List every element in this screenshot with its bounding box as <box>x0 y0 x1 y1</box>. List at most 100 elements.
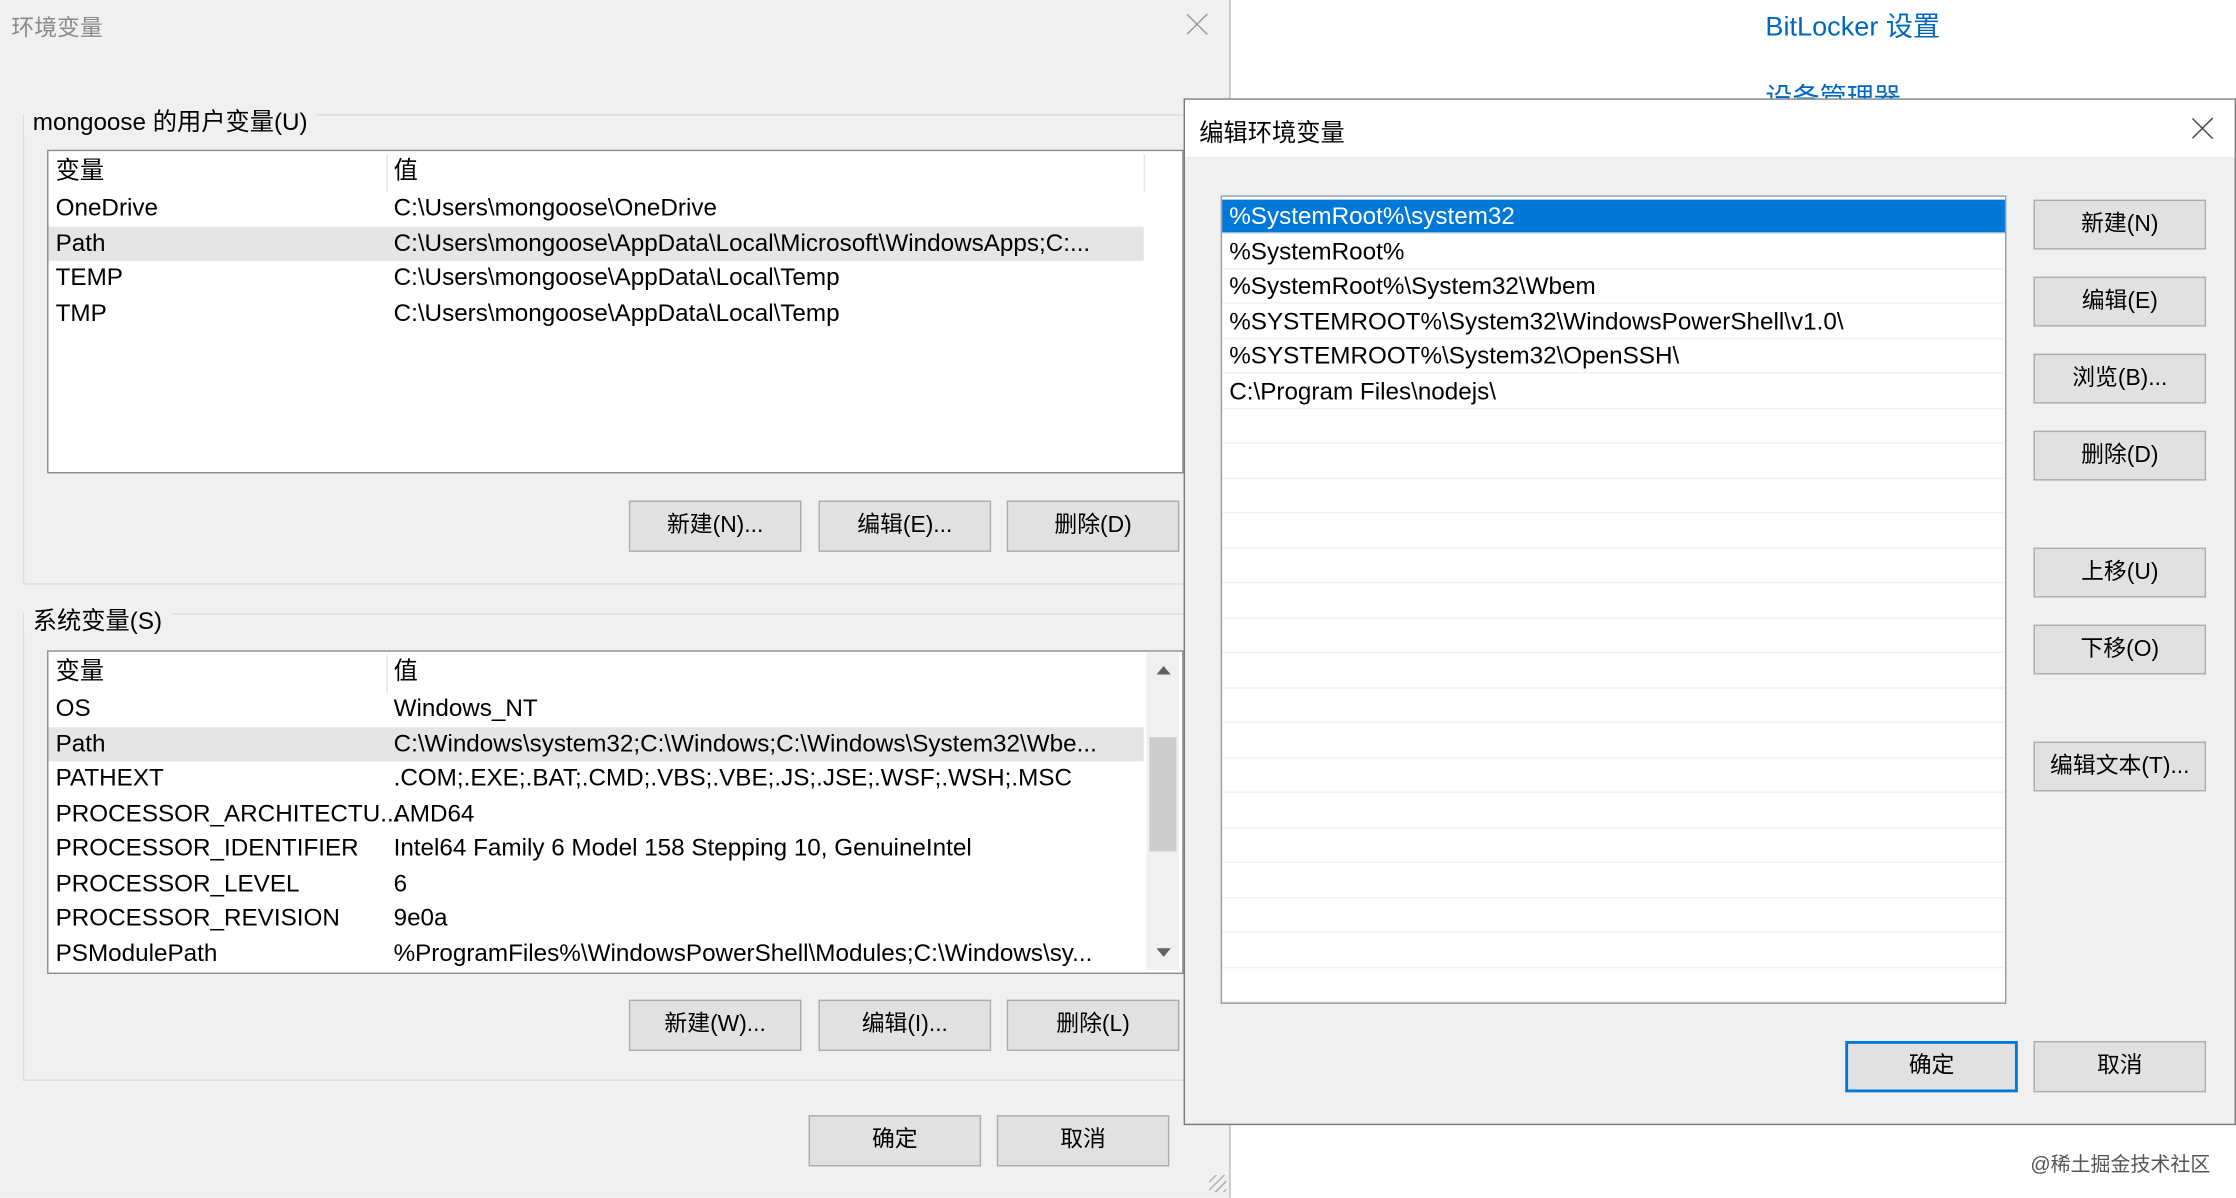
path-edit-button[interactable]: 编辑(E) <box>2033 276 2207 327</box>
variable-name: OS <box>55 694 91 722</box>
variable-value: C:\Users\mongoose\AppData\Local\Microsof… <box>393 228 1091 256</box>
variable-value: C:\Users\mongoose\OneDrive <box>393 193 717 222</box>
system-delete-button[interactable]: 删除(L) <box>1006 999 1180 1051</box>
path-entry[interactable]: %SystemRoot%\system32 <box>1222 199 2005 234</box>
scroll-thumb[interactable] <box>1149 737 1177 852</box>
scroll-up-icon[interactable] <box>1156 665 1171 675</box>
path-entries-list[interactable]: %SystemRoot%\system32 %SystemRoot% %System… <box>1220 195 2007 1004</box>
close-icon[interactable] <box>1184 10 1213 39</box>
dialog-title: 编辑环境变量 <box>1199 119 1345 147</box>
user-edit-button[interactable]: 编辑(E)... <box>818 500 992 552</box>
variable-name: PATHEXT <box>55 764 164 792</box>
title-bar: 编辑环境变量 <box>1185 99 2235 157</box>
variable-name: PROCESSOR_LEVEL <box>55 869 300 897</box>
vertical-scrollbar[interactable] <box>1146 651 1180 970</box>
device-manager-link[interactable]: 设备管理器 <box>1765 81 1900 98</box>
path-entry[interactable]: %SystemRoot% <box>1222 235 2005 269</box>
path-delete-button[interactable]: 删除(D) <box>2033 430 2207 481</box>
empty-path-row[interactable] <box>1222 933 2005 968</box>
move-up-button[interactable]: 上移(U) <box>2033 547 2207 598</box>
table-row[interactable]: Path C:\Windows\system32;C:\Windows;C:\Wi… <box>48 726 1144 761</box>
table-row[interactable]: TEMP C:\Users\mongoose\AppData\Local\Temp <box>48 261 1143 295</box>
empty-path-row[interactable] <box>1222 968 2005 1003</box>
empty-path-row[interactable] <box>1222 689 2005 723</box>
variable-value: .COM;.EXE;.BAT;.CMD;.VBS;.VBE;.JS;.JSE;.… <box>393 764 1073 792</box>
header-variable[interactable]: 变量 <box>56 154 104 188</box>
user-delete-button[interactable]: 删除(D) <box>1006 500 1180 552</box>
variable-name: PROCESSOR_ARCHITECTU... <box>55 799 401 827</box>
dialog-title: 环境变量 <box>11 17 103 42</box>
empty-path-row[interactable] <box>1222 584 2005 619</box>
header-variable[interactable]: 变量 <box>56 655 104 689</box>
user-variables-list[interactable]: 变量 值 OneDrive C:\Users\mongoose\OneDrive P… <box>47 149 1184 474</box>
path-entry[interactable]: C:\Program Files\nodejs\ <box>1222 374 2005 409</box>
variable-value: C:\Windows\system32;C:\Windows;C:\Window… <box>393 729 1097 757</box>
watermark: @稀土掘金技术社区 <box>2030 1152 2211 1176</box>
empty-path-row[interactable] <box>1222 444 2005 479</box>
system-new-button[interactable]: 新建(W)... <box>628 999 802 1051</box>
variable-name: OneDrive <box>55 193 159 222</box>
table-row[interactable]: TMP C:\Users\mongoose\AppData\Local\Temp <box>48 296 1143 330</box>
table-row[interactable]: PROCESSOR_IDENTIFIER Intel64 Family 6 Mod… <box>48 831 1143 865</box>
variable-value: C:\Users\mongoose\AppData\Local\Temp <box>393 263 840 291</box>
table-row[interactable]: PATHEXT .COM;.EXE;.BAT;.CMD;.VBS;.VBE;.JS… <box>48 761 1143 795</box>
empty-path-row[interactable] <box>1222 898 2005 933</box>
empty-path-row[interactable] <box>1222 829 2005 863</box>
table-row[interactable]: PROCESSOR_REVISION 9e0a <box>48 901 1143 935</box>
system-edit-button[interactable]: 编辑(I)... <box>818 999 992 1051</box>
variable-value: Intel64 Family 6 Model 158 Stepping 10, … <box>393 834 972 862</box>
environment-variables-dialog: 环境变量 mongoose 的用户变量(U) 变量 值 OneDrive C:\U… <box>0 0 1231 1198</box>
variable-value: 6 <box>393 869 408 897</box>
empty-path-row[interactable] <box>1222 759 2005 793</box>
edit-cancel-button[interactable]: 取消 <box>2033 1040 2207 1093</box>
variable-name: TEMP <box>55 263 123 291</box>
variable-value: AMD64 <box>393 799 475 827</box>
variable-value: C:\Users\mongoose\AppData\Local\Temp <box>393 298 840 326</box>
empty-path-row[interactable] <box>1222 549 2005 584</box>
variable-name: PROCESSOR_REVISION <box>55 904 340 932</box>
variable-name: PROCESSOR_IDENTIFIER <box>55 834 359 862</box>
system-variables-list[interactable]: 变量 值 OS Windows_NT Path C:\Windows\system32… <box>47 650 1184 974</box>
variable-value: Windows_NT <box>393 694 538 722</box>
edit-ok-button[interactable]: 确定 <box>1845 1040 2018 1093</box>
resize-grip-icon[interactable] <box>1209 1175 1227 1193</box>
variable-name: Path <box>55 729 106 757</box>
bitlocker-settings-link[interactable]: BitLocker 设置 <box>1765 6 1940 45</box>
variable-name: Path <box>55 228 106 256</box>
close-icon[interactable] <box>2189 114 2218 143</box>
user-variables-label: mongoose 的用户变量(U) <box>24 101 317 137</box>
edit-environment-variable-dialog: 编辑环境变量 %SystemRoot%\system32 %SystemRoot%… <box>1183 98 2236 1126</box>
env-ok-button[interactable]: 确定 <box>808 1115 982 1167</box>
list-header: 变量 值 <box>48 654 1146 695</box>
table-row[interactable]: PROCESSOR_LEVEL 6 <box>48 866 1143 900</box>
header-value[interactable]: 值 <box>394 655 418 689</box>
table-row[interactable]: Path C:\Users\mongoose\AppData\Local\Micr… <box>48 226 1144 261</box>
path-new-button[interactable]: 新建(N) <box>2033 199 2207 250</box>
empty-path-row[interactable] <box>1222 619 2005 654</box>
path-entry[interactable]: %SYSTEMROOT%\System32\WindowsPowerShell\… <box>1222 304 2005 339</box>
table-row[interactable]: PROCESSOR_ARCHITECTU... AMD64 <box>48 796 1143 830</box>
empty-path-row[interactable] <box>1222 794 2005 828</box>
variable-value: 9e0a <box>393 904 448 932</box>
empty-path-row[interactable] <box>1222 409 2005 444</box>
empty-path-row[interactable] <box>1222 514 2005 549</box>
scroll-down-icon[interactable] <box>1156 948 1171 957</box>
screen: BitLocker 设置 设备管理器 环境变量 mongoose 的用户变量(U… <box>0 0 2236 1198</box>
table-row[interactable]: OneDrive C:\Users\mongoose\OneDrive <box>48 191 1143 225</box>
path-browse-button[interactable]: 浏览(B)... <box>2033 353 2207 404</box>
empty-path-row[interactable] <box>1222 724 2005 758</box>
edit-text-button[interactable]: 编辑文本(T)... <box>2033 741 2207 792</box>
empty-path-row[interactable] <box>1222 654 2005 689</box>
table-row[interactable]: PSModulePath %ProgramFiles%\WindowsPowerS… <box>48 936 1143 970</box>
path-entry[interactable]: %SystemRoot%\System32\Wbem <box>1222 270 2005 304</box>
variable-name: TMP <box>55 298 107 326</box>
table-row[interactable]: OS Windows_NT <box>48 692 1143 726</box>
empty-path-row[interactable] <box>1222 863 2005 898</box>
variable-value: %ProgramFiles%\WindowsPowerShell\Modules… <box>393 939 1093 967</box>
env-cancel-button[interactable]: 取消 <box>996 1115 1170 1167</box>
empty-path-row[interactable] <box>1222 479 2005 514</box>
user-new-button[interactable]: 新建(N)... <box>628 500 802 552</box>
header-value[interactable]: 值 <box>394 154 418 188</box>
path-entry[interactable]: %SYSTEMROOT%\System32\OpenSSH\ <box>1222 339 2005 374</box>
move-down-button[interactable]: 下移(O) <box>2033 624 2207 675</box>
